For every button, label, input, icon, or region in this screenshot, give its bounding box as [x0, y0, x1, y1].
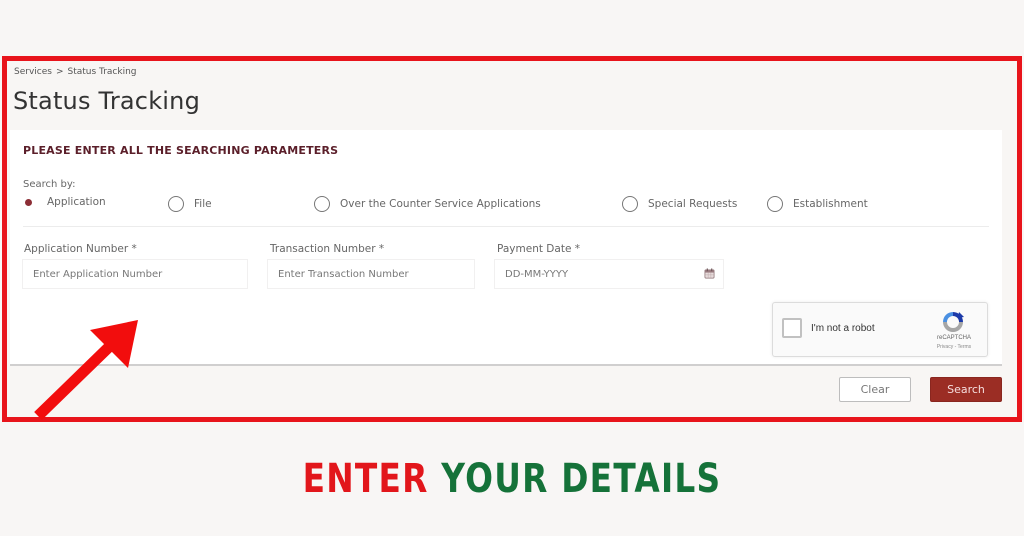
payment-date-field[interactable]: [494, 259, 724, 289]
application-number-field[interactable]: [22, 259, 248, 289]
section-divider: [23, 226, 989, 227]
radio-circle: [622, 196, 638, 212]
radio-special-requests[interactable]: Special Requests: [622, 196, 737, 212]
radio-label: Special Requests: [648, 198, 738, 210]
radio-label: Application: [47, 196, 106, 208]
form-heading: PLEASE ENTER ALL THE SEARCHING PARAMETER…: [23, 144, 339, 157]
radio-file[interactable]: File: [168, 196, 212, 212]
transaction-number-field[interactable]: [267, 259, 475, 289]
caption-banner: ENTER YOUR DETAILS: [92, 456, 932, 502]
transaction-number-label: Transaction Number *: [270, 243, 385, 255]
application-number-input[interactable]: [33, 268, 247, 280]
payment-date-label: Payment Date *: [497, 243, 580, 255]
calendar-icon[interactable]: [704, 268, 715, 279]
radio-circle: [168, 196, 184, 212]
caption-word-details: YOUR DETAILS: [441, 456, 722, 502]
recaptcha-checkbox[interactable]: [782, 318, 802, 338]
recaptcha-links[interactable]: Privacy - Terms: [933, 344, 975, 350]
radio-label: Establishment: [793, 198, 868, 210]
breadcrumb: Services > Status Tracking: [14, 67, 137, 77]
caption-word-enter: ENTER: [302, 456, 429, 502]
recaptcha-logo-icon: [943, 312, 964, 332]
radio-label: File: [194, 198, 212, 210]
search-by-label: Search by:: [23, 179, 76, 190]
radio-label: Over the Counter Service Applications: [340, 198, 541, 210]
search-button[interactable]: Search: [930, 377, 1002, 402]
recaptcha-label: I'm not a robot: [811, 323, 875, 334]
radio-establishment[interactable]: Establishment: [767, 196, 868, 212]
radio-circle: [767, 196, 783, 212]
application-number-label: Application Number *: [24, 243, 137, 255]
radio-over-the-counter[interactable]: Over the Counter Service Applications: [314, 196, 541, 212]
radio-circle: [314, 196, 330, 212]
radio-selected-indicator: [25, 198, 32, 206]
transaction-number-input[interactable]: [278, 268, 474, 280]
breadcrumb-current: Status Tracking: [67, 67, 137, 77]
payment-date-input[interactable]: [505, 268, 723, 280]
radio-application[interactable]: Application: [23, 196, 106, 208]
search-form-card: PLEASE ENTER ALL THE SEARCHING PARAMETER…: [10, 130, 1002, 366]
breadcrumb-separator: >: [55, 67, 64, 77]
clear-button[interactable]: Clear: [839, 377, 911, 402]
page-title: Status Tracking: [13, 87, 201, 115]
recaptcha-brand: reCAPTCHA: [936, 335, 971, 341]
pointer-arrow-icon: [34, 320, 138, 420]
breadcrumb-services[interactable]: Services: [14, 67, 52, 77]
recaptcha-widget: I'm not a robot reCAPTCHA Privacy - Term…: [772, 302, 988, 357]
highlight-frame: Services > Status Tracking Status Tracki…: [2, 56, 1022, 422]
